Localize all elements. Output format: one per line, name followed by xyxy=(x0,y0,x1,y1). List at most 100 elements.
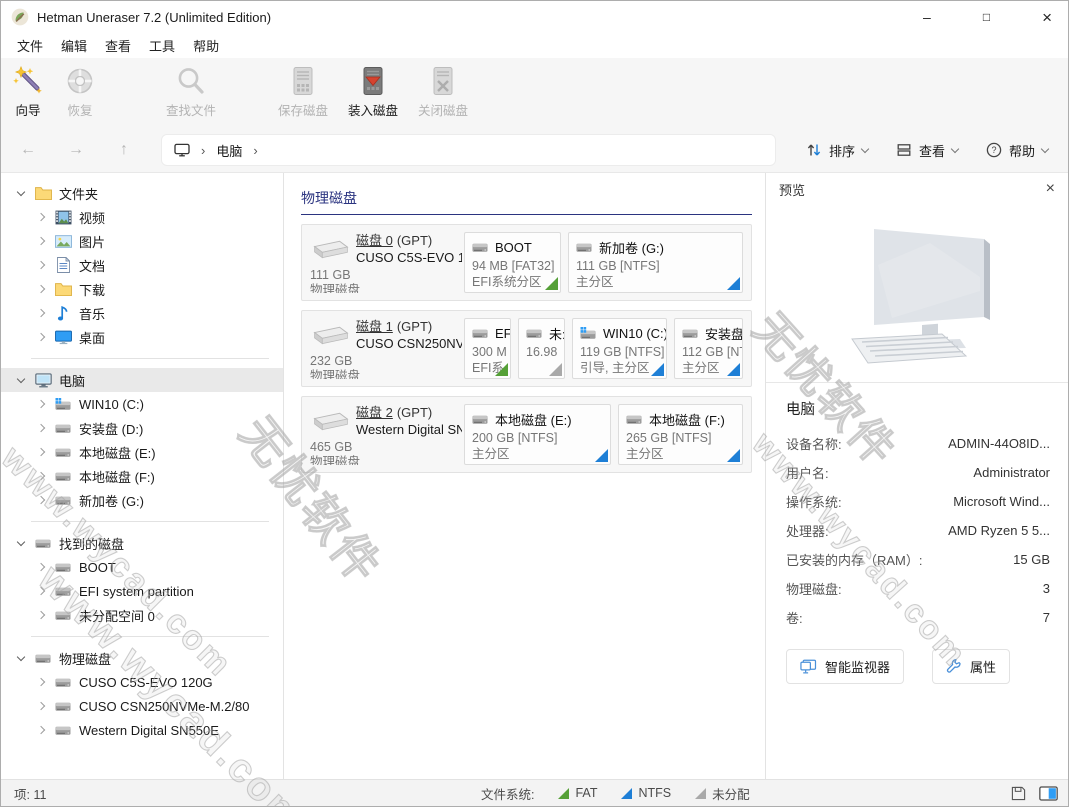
properties-button[interactable]: 属性 xyxy=(932,649,1010,684)
partition-win10-c[interactable]: WIN10 (C:) 119 GB [NTFS] 引导, 主分区 xyxy=(572,318,667,379)
sidebar-item-documents[interactable]: 文档 xyxy=(1,253,283,277)
sidebar-item-drive-f[interactable]: 本地磁盘 (F:) xyxy=(1,464,283,488)
sort-dropdown[interactable]: 排序 xyxy=(800,137,874,164)
minimize-button[interactable]: – xyxy=(923,10,931,24)
computer-icon[interactable] xyxy=(174,143,190,157)
close-button[interactable]: × xyxy=(1042,9,1052,26)
view-layout-icon xyxy=(896,142,912,158)
sidebar-item-pictures[interactable]: 图片 xyxy=(1,229,283,253)
sidebar-item-unallocated[interactable]: 未分配空间 0 xyxy=(1,603,283,627)
chevron-collapsed-icon[interactable] xyxy=(37,237,45,245)
wizard-button[interactable]: 向导 xyxy=(5,63,51,128)
chevron-collapsed-icon[interactable] xyxy=(37,213,45,221)
partition-unallocated[interactable]: 未: 16.98 xyxy=(518,318,565,379)
chevron-collapsed-icon[interactable] xyxy=(37,678,45,686)
chevron-collapsed-icon[interactable] xyxy=(37,400,45,408)
breadcrumb-item-computer[interactable]: 电脑 xyxy=(216,141,242,160)
sidebar-section-folders[interactable]: 文件夹 xyxy=(1,181,283,205)
chevron-expanded-icon[interactable] xyxy=(17,652,25,660)
sidebar-item-desktop[interactable]: 桌面 xyxy=(1,325,283,349)
details-section-title: 电脑 xyxy=(786,398,1050,419)
chevron-expanded-icon[interactable] xyxy=(17,187,25,195)
legend-unallocated: 未分配 xyxy=(695,784,750,803)
chevron-collapsed-icon[interactable] xyxy=(37,611,45,619)
mount-disk-button[interactable]: 装入磁盘 xyxy=(341,63,405,128)
sidebar-section-physical-disks[interactable]: 物理磁盘 xyxy=(1,646,283,670)
smart-monitor-button[interactable]: 智能监视器 xyxy=(786,649,904,684)
save-disk-button[interactable]: 保存磁盘 xyxy=(271,63,335,128)
sidebar-section-found-disks[interactable]: 找到的磁盘 xyxy=(1,531,283,555)
app-logo-icon xyxy=(11,8,29,26)
find-files-button[interactable]: 查找文件 xyxy=(159,63,223,128)
partition-d[interactable]: 安装盘 (D:) 112 GB [NTFS] 主分区 xyxy=(674,318,743,379)
sidebar-item-drive-g[interactable]: 新加卷 (G:) xyxy=(1,488,283,512)
app-window: Hetman Uneraser 7.2 (Unlimited Edition) … xyxy=(0,0,1069,807)
chevron-collapsed-icon[interactable] xyxy=(37,448,45,456)
close-icon[interactable]: × xyxy=(1046,181,1055,197)
disk-card-2[interactable]: 磁盘 2(GPT) Western Digital SN 465 GB 物理磁盘… xyxy=(301,396,752,473)
drive-icon xyxy=(53,674,73,690)
chevron-collapsed-icon[interactable] xyxy=(37,702,45,710)
chevron-collapsed-icon[interactable] xyxy=(37,563,45,571)
back-button[interactable]: ← xyxy=(15,141,41,159)
windows-drive-icon xyxy=(53,396,73,412)
disk-name-link[interactable]: 磁盘 0 xyxy=(356,233,393,248)
chevron-collapsed-icon[interactable] xyxy=(37,496,45,504)
close-disk-button[interactable]: 关闭磁盘 xyxy=(411,63,475,128)
sidebar-item-boot[interactable]: BOOT xyxy=(1,555,283,579)
partition-efi[interactable]: EF 300 M EFI系 xyxy=(464,318,511,379)
sidebar-item-cuso-c5s[interactable]: CUSO C5S-EVO 120G xyxy=(1,670,283,694)
physical-disk-icon xyxy=(310,318,356,352)
sidebar-item-videos[interactable]: 视频 xyxy=(1,205,283,229)
menu-file[interactable]: 文件 xyxy=(8,33,52,58)
partition-e[interactable]: 本地磁盘 (E:) 200 GB [NTFS] 主分区 xyxy=(464,404,611,465)
preview-panel-toggle-icon[interactable] xyxy=(1039,786,1058,801)
up-button[interactable]: ↑ xyxy=(111,141,137,159)
chevron-collapsed-icon[interactable] xyxy=(37,333,45,341)
toolbar: 向导 恢复 查找文件 保存磁盘 装入磁盘 关闭磁盘 xyxy=(1,58,1068,128)
sidebar-item-drive-d[interactable]: 安装盘 (D:) xyxy=(1,416,283,440)
chevron-expanded-icon[interactable] xyxy=(17,537,25,545)
partition-g[interactable]: 新加卷 (G:) 111 GB [NTFS] 主分区 xyxy=(568,232,743,293)
recover-button[interactable]: 恢复 xyxy=(57,63,103,128)
chevron-collapsed-icon[interactable] xyxy=(37,261,45,269)
disk-card-1[interactable]: 磁盘 1(GPT) CUSO CSN250NVM 232 GB 物理磁盘 EF … xyxy=(301,310,752,387)
menu-help[interactable]: 帮助 xyxy=(184,33,228,58)
sidebar-item-drive-e[interactable]: 本地磁盘 (E:) xyxy=(1,440,283,464)
chevron-collapsed-icon[interactable] xyxy=(37,285,45,293)
forward-button[interactable]: → xyxy=(63,141,89,159)
chevron-collapsed-icon[interactable] xyxy=(37,424,45,432)
sidebar-item-wd-sn550e[interactable]: Western Digital SN550E xyxy=(1,718,283,742)
divider xyxy=(31,636,269,637)
computer-illustration xyxy=(812,219,1022,369)
menu-tools[interactable]: 工具 xyxy=(140,33,184,58)
sidebar-item-efi-partition[interactable]: EFI system partition xyxy=(1,579,283,603)
sidebar-item-music[interactable]: 音乐 xyxy=(1,301,283,325)
save-icon[interactable] xyxy=(1010,786,1027,801)
disk-name-link[interactable]: 磁盘 2 xyxy=(356,405,393,420)
chevron-collapsed-icon[interactable] xyxy=(37,587,45,595)
sidebar-item-win10-c[interactable]: WIN10 (C:) xyxy=(1,392,283,416)
disk-name-link[interactable]: 磁盘 1 xyxy=(356,319,393,334)
disk-card-0[interactable]: 磁盘 0(GPT) CUSO C5S-EVO 12 111 GB 物理磁盘 BO… xyxy=(301,224,752,301)
fat-marker xyxy=(495,363,508,376)
maximize-button[interactable]: □ xyxy=(983,11,990,23)
help-dropdown[interactable]: 帮助 xyxy=(980,137,1054,164)
view-dropdown[interactable]: 查看 xyxy=(890,137,964,164)
partition-boot[interactable]: BOOT 94 MB [FAT32] EFI系统分区 xyxy=(464,232,561,293)
breadcrumb[interactable]: › 电脑 › xyxy=(161,134,776,166)
sidebar-item-cuso-csn250[interactable]: CUSO CSN250NVMe-M.2/80 xyxy=(1,694,283,718)
drive-icon xyxy=(626,414,642,425)
sidebar-section-computer[interactable]: 电脑 xyxy=(1,368,283,392)
chevron-expanded-icon[interactable] xyxy=(17,374,25,382)
partition-f[interactable]: 本地磁盘 (F:) 265 GB [NTFS] 主分区 xyxy=(618,404,743,465)
chevron-collapsed-icon[interactable] xyxy=(37,472,45,480)
menu-edit[interactable]: 编辑 xyxy=(52,33,96,58)
chevron-collapsed-icon[interactable] xyxy=(37,309,45,317)
chevron-collapsed-icon[interactable] xyxy=(37,726,45,734)
detail-row: 用户名: Administrator xyxy=(786,458,1050,487)
menu-view[interactable]: 查看 xyxy=(96,33,140,58)
drive-icon xyxy=(472,328,488,339)
drive-icon xyxy=(53,420,73,436)
sidebar-item-downloads[interactable]: 下载 xyxy=(1,277,283,301)
